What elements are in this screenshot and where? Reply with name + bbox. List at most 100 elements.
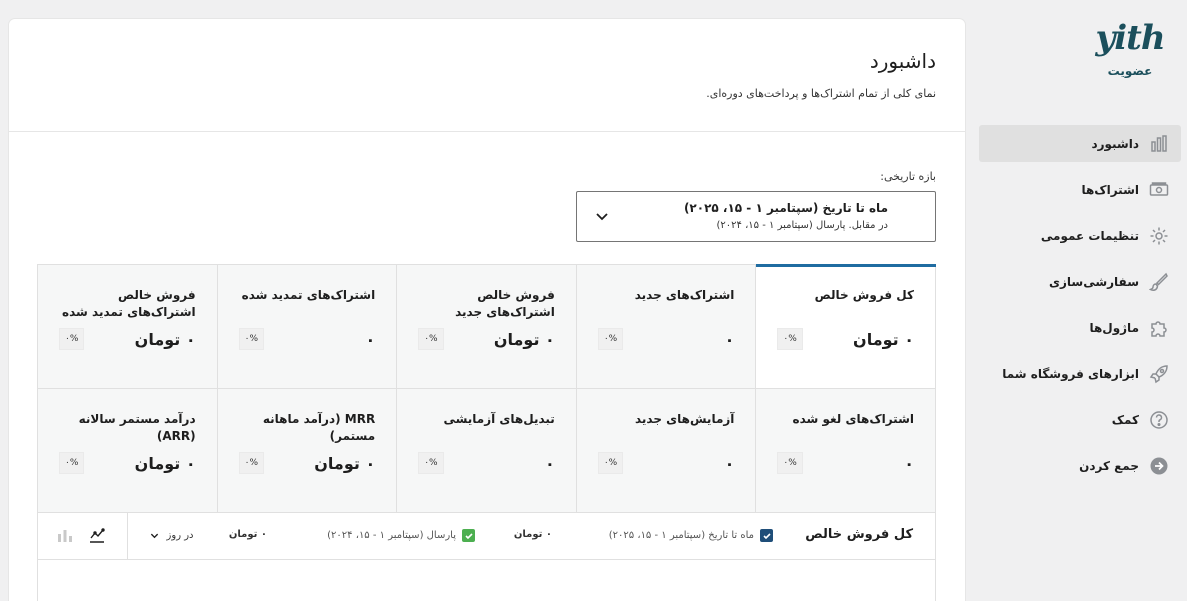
money-icon <box>1149 180 1169 200</box>
date-range-compare: در مقابل. پارسال (سپتامبر ۱ - ۱۵، ۲۰۲۴) <box>716 220 889 231</box>
checkbox-checked-icon[interactable] <box>760 529 773 542</box>
stat-card-new-trials[interactable]: آزمایش‌های جدید ۰ ۰% <box>576 389 757 513</box>
stat-card-new-subscriptions-sales[interactable]: فروش خالص اشتراک‌های جدید ۰ تومان ۰% <box>397 265 577 389</box>
stat-delta-badge: ۰% <box>59 452 85 474</box>
sidebar-item-label: تنظیمات عمومی <box>1040 228 1139 243</box>
stat-value: ۰ <box>904 453 914 473</box>
stat-label: آزمایش‌های جدید <box>634 412 735 426</box>
stat-value: ۰ تومان <box>314 453 376 473</box>
page-header: داشبورد نمای کلی از تمام اشتراک‌ها و پرد… <box>9 19 965 132</box>
page-subtitle: نمای کلی از تمام اشتراک‌ها و پرداخت‌های … <box>706 87 936 100</box>
checkbox-checked-icon[interactable] <box>462 529 475 542</box>
stat-label: درآمد مستمر سالانه (ARR) <box>78 412 196 443</box>
brand-logo[interactable]: yith عضویت <box>1095 18 1165 78</box>
chevron-down-icon <box>150 533 158 539</box>
sidebar-item-label: سفارشی‌سازی <box>1048 274 1139 289</box>
legend-previous[interactable]: پارسال (سپتامبر ۱ - ۱۵، ۲۰۲۴) <box>327 529 475 542</box>
stat-row: ۰ تومان ۰% <box>777 328 914 350</box>
sidebar-item-label: داشبورد <box>1091 136 1139 151</box>
sidebar-item-store-tools[interactable]: ابزارهای فروشگاه شما <box>979 355 1181 392</box>
stat-row: ۰ ۰% <box>777 452 914 474</box>
stat-row: ۰ ۰% <box>238 328 376 350</box>
bar-chart-icon[interactable] <box>56 526 74 544</box>
stat-delta-badge: ۰% <box>59 328 85 350</box>
help-icon <box>1149 410 1169 430</box>
stat-label: فروش خالص اشتراک‌های جدید <box>455 288 555 319</box>
stat-value: ۰ <box>724 329 735 349</box>
date-range-current: ماه تا تاریخ (سپتامبر ۱ - ۱۵، ۲۰۲۵) <box>683 201 888 215</box>
stat-label: اشتراک‌های لغو شده <box>792 412 914 426</box>
interval-label: در روز <box>166 530 194 541</box>
stat-value: ۰ <box>365 329 376 349</box>
sidebar-item-label: ماژول‌ها <box>1089 320 1139 335</box>
stat-row: ۰ تومان ۰% <box>418 328 555 350</box>
main-panel: داشبورد نمای کلی از تمام اشتراک‌ها و پرد… <box>9 19 965 601</box>
sidebar-item-label: جمع کردن <box>1079 458 1139 473</box>
stat-value: ۰ <box>724 453 735 473</box>
date-range-label: بازه تاریخی: <box>880 170 936 183</box>
stat-row: ۰ ۰% <box>597 452 735 474</box>
stat-delta-badge: ۰% <box>597 328 624 350</box>
stat-delta-badge: ۰% <box>597 452 624 474</box>
stat-row: ۰ ۰% <box>597 328 735 350</box>
sidebar-item-label: اشتراک‌ها <box>1081 182 1139 197</box>
stat-value: ۰ تومان <box>134 453 196 473</box>
sidebar-nav: داشبورد اشتراک‌ها تنظیمات عمومی سفارشی‌س… <box>979 125 1181 493</box>
stat-value: ۰ تومان <box>493 329 555 349</box>
brush-icon <box>1149 272 1169 292</box>
page-title: داشبورد <box>869 49 936 73</box>
stat-delta-badge: ۰% <box>238 328 264 350</box>
legend-previous-label: پارسال (سپتامبر ۱ - ۱۵، ۲۰۲۴) <box>327 530 456 541</box>
sidebar: yith عضویت داشبورد اشتراک‌ها تنظیمات عمو… <box>975 0 1187 601</box>
date-range-selector[interactable]: ماه تا تاریخ (سپتامبر ۱ - ۱۵، ۲۰۲۵) در م… <box>576 191 936 242</box>
stat-value: ۰ تومان <box>853 329 914 349</box>
stat-row: ۰ تومان ۰% <box>238 452 376 474</box>
stat-card-renewed-subscriptions-sales[interactable]: فروش خالص اشتراک‌های تمدید شده ۰ تومان ۰… <box>38 265 218 389</box>
stat-label: تبدیل‌های آزمایشی <box>443 412 555 426</box>
stat-card-renewed-subscriptions[interactable]: اشتراک‌های تمدید شده ۰ ۰% <box>217 265 398 389</box>
sidebar-item-subscriptions[interactable]: اشتراک‌ها <box>979 171 1181 208</box>
interval-select[interactable]: در روز <box>127 512 215 559</box>
stat-label: کل فروش خالص <box>814 288 914 302</box>
legend-current-value: ۰ تومان <box>513 529 552 540</box>
stat-card-cancelled-subscriptions[interactable]: اشتراک‌های لغو شده ۰ ۰% <box>756 389 936 513</box>
stat-card-new-subscriptions[interactable]: اشتراک‌های جدید ۰ ۰% <box>576 265 757 389</box>
line-chart-icon[interactable] <box>88 526 106 544</box>
stat-delta-badge: ۰% <box>238 452 264 474</box>
chart-area <box>37 560 936 601</box>
stat-card-mrr[interactable]: MRR (درآمد ماهانه مستمر) ۰ تومان ۰% <box>217 389 398 513</box>
rocket-icon <box>1149 364 1169 384</box>
sidebar-item-label: کمک <box>1111 412 1139 427</box>
logo-subtitle: عضویت <box>1107 64 1153 78</box>
stat-delta-badge: ۰% <box>777 328 803 350</box>
stat-row: ۰ تومان ۰% <box>59 328 196 350</box>
stat-card-arr[interactable]: درآمد مستمر سالانه (ARR) ۰ تومان ۰% <box>38 389 218 513</box>
stat-delta-badge: ۰% <box>418 328 444 350</box>
logo-mark: yith <box>1095 18 1165 58</box>
sidebar-item-help[interactable]: کمک <box>979 401 1181 438</box>
stat-card-trial-conversions[interactable]: تبدیل‌های آزمایشی ۰ ۰% <box>397 389 577 513</box>
sidebar-item-general-settings[interactable]: تنظیمات عمومی <box>979 217 1181 254</box>
sidebar-item-label: ابزارهای فروشگاه شما <box>1002 366 1139 381</box>
legend-current[interactable]: ماه تا تاریخ (سپتامبر ۱ - ۱۵، ۲۰۲۵) <box>609 529 773 542</box>
stat-label: فروش خالص اشتراک‌های تمدید شده <box>62 288 196 319</box>
bar-chart-icon <box>1149 134 1169 154</box>
legend-previous-value: ۰ تومان <box>228 529 267 540</box>
stat-label: MRR (درآمد ماهانه مستمر) <box>262 412 376 443</box>
legend-current-label: ماه تا تاریخ (سپتامبر ۱ - ۱۵، ۲۰۲۵) <box>608 530 754 541</box>
sidebar-item-customization[interactable]: سفارشی‌سازی <box>979 263 1181 300</box>
chart-header: کل فروش خالص ماه تا تاریخ (سپتامبر ۱ - ۱… <box>37 512 936 560</box>
sidebar-item-collapse[interactable]: جمع کردن <box>979 447 1181 484</box>
stat-label: اشتراک‌های تمدید شده <box>241 288 376 302</box>
stat-row: ۰ ۰% <box>418 452 555 474</box>
stat-row: ۰ تومان ۰% <box>59 452 196 474</box>
stat-delta-badge: ۰% <box>777 452 803 474</box>
sidebar-item-dashboard[interactable]: داشبورد <box>979 125 1181 162</box>
stat-card-net-sales[interactable]: کل فروش خالص ۰ تومان ۰% <box>756 264 936 389</box>
sidebar-item-modules[interactable]: ماژول‌ها <box>979 309 1181 346</box>
stats-grid: کل فروش خالص ۰ تومان ۰% اشتراک‌های جدید … <box>37 264 936 513</box>
chart-title: کل فروش خالص <box>805 527 913 542</box>
collapse-icon <box>1149 456 1169 476</box>
stat-delta-badge: ۰% <box>418 452 444 474</box>
stat-label: اشتراک‌های جدید <box>634 288 735 302</box>
